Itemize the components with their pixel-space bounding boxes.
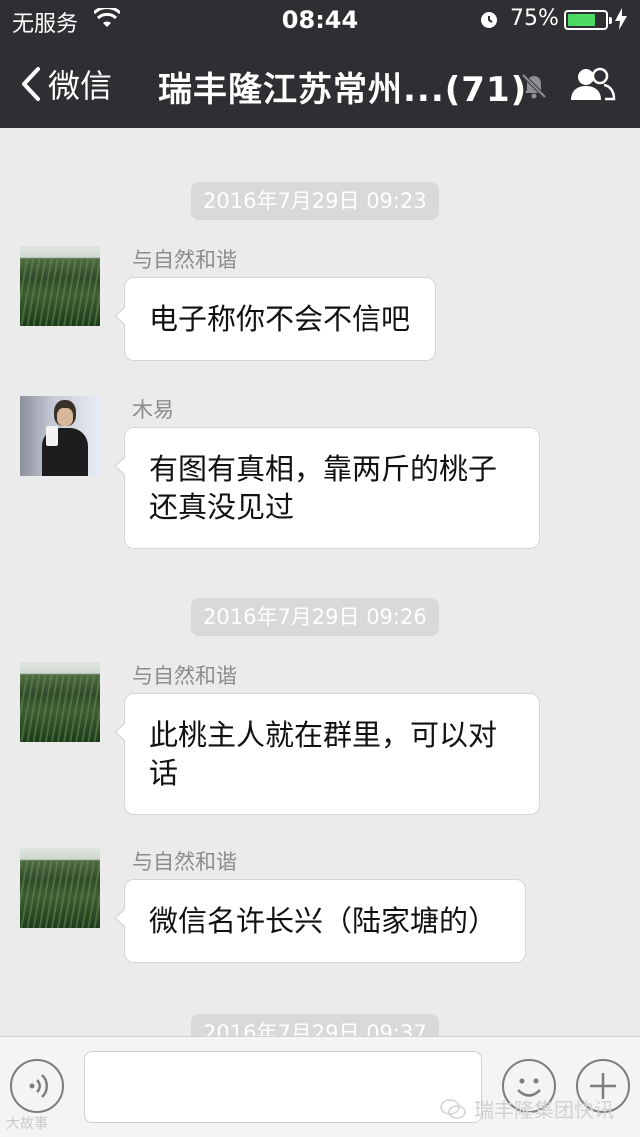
back-chevron-icon — [22, 67, 40, 101]
group-contacts-icon[interactable] — [568, 66, 616, 102]
watermark-right: 瑞丰隆集团快讯 — [440, 1094, 614, 1123]
sender-name: 木易 — [132, 398, 174, 422]
status-bar: 无服务 08:44 75% — [0, 0, 640, 40]
battery-percent: 75% — [510, 6, 559, 31]
avatar[interactable] — [20, 246, 100, 326]
message-bubble[interactable]: 此桃主人就在群里，可以对话 — [114, 693, 540, 815]
message-bubble[interactable]: 电子称你不会不信吧 — [114, 277, 436, 361]
voice-icon — [29, 1074, 49, 1098]
voice-button[interactable] — [10, 1059, 64, 1113]
timestamp: 2016年7月29日 09:23 — [191, 182, 439, 220]
message-input[interactable] — [84, 1051, 482, 1123]
watermark-right-text: 瑞丰隆集团快讯 — [474, 1098, 614, 1122]
wechat-logo-icon — [440, 1098, 466, 1119]
alarm-icon — [481, 12, 497, 28]
avatar[interactable] — [20, 848, 100, 928]
sender-name: 与自然和谐 — [132, 850, 237, 874]
timestamp: 2016年7月29日 09:37 — [191, 1014, 439, 1036]
avatar[interactable] — [20, 662, 100, 742]
back-label: 微信 — [48, 67, 113, 105]
chat-title: 瑞丰隆江苏常州...(71) — [158, 70, 528, 110]
sender-name: 与自然和谐 — [132, 248, 237, 272]
mute-bell-icon — [521, 73, 547, 99]
message-bubble[interactable]: 微信名许长兴（陆家塘的） — [114, 879, 526, 963]
avatar[interactable] — [20, 396, 100, 476]
sender-name: 与自然和谐 — [132, 664, 237, 688]
chat-area[interactable]: 2016年7月29日 09:23 与自然和谐 电子称你不会不信吧 木易 有图有真… — [0, 128, 640, 1036]
back-button[interactable]: 微信 — [18, 62, 112, 106]
nav-bar: 微信 瑞丰隆江苏常州...(71) — [0, 40, 640, 128]
watermark-left: 大故事 — [6, 1116, 48, 1132]
top-bar: 无服务 08:44 75% 微信 瑞丰隆江苏常州...(71) — [0, 0, 640, 128]
battery-icon — [564, 10, 612, 30]
message-bubble[interactable]: 有图有真相，靠两斤的桃子还真没见过 — [114, 427, 540, 549]
timestamp: 2016年7月29日 09:26 — [191, 598, 439, 636]
charging-icon — [615, 8, 627, 30]
